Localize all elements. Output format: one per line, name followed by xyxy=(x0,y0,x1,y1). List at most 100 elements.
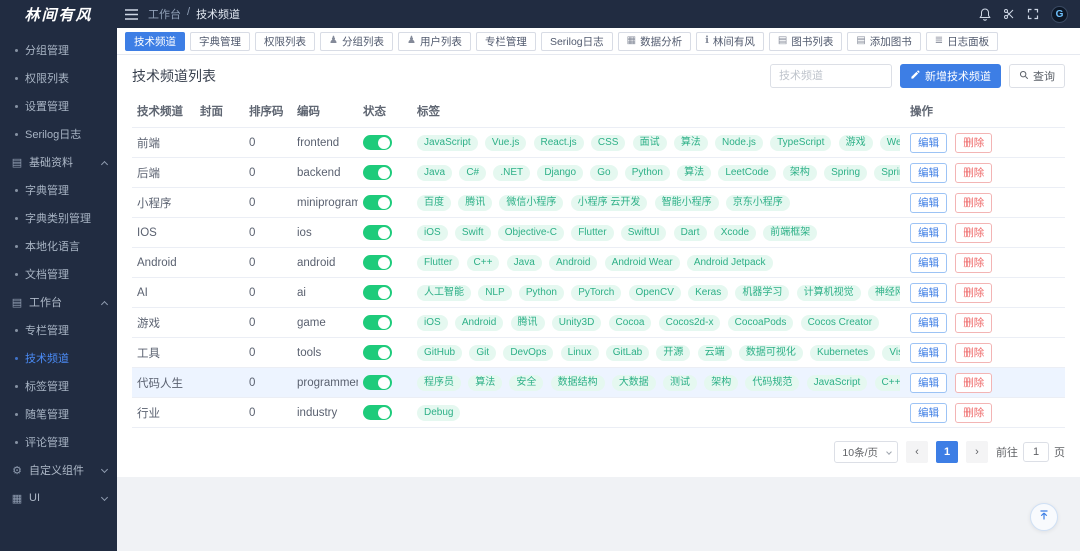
sidebar-item[interactable]: 文档管理 xyxy=(0,260,117,288)
table-row[interactable]: 代码人生 0 programmer 程序员 算法 安全 数据结构 大数据 测试 … xyxy=(132,367,1065,398)
delete-button[interactable]: 删除 xyxy=(955,162,993,183)
delete-button[interactable]: 删除 xyxy=(955,132,993,153)
tag: 安全 xyxy=(509,374,544,391)
status-toggle[interactable] xyxy=(363,285,392,300)
status-toggle[interactable] xyxy=(363,255,392,270)
tab[interactable]: 字典管理 xyxy=(190,31,250,51)
sidebar-item[interactable]: 技术频道 xyxy=(0,344,117,372)
table-row[interactable]: 工具 0 tools GitHub Git DevOps Linux GitLa… xyxy=(132,337,1065,368)
status-toggle[interactable] xyxy=(363,375,392,390)
sidebar-item[interactable]: Serilog日志 xyxy=(0,120,117,148)
tag: React.js xyxy=(533,134,584,151)
delete-button[interactable]: 删除 xyxy=(955,402,993,423)
actions-cell: 编辑 删除 xyxy=(905,187,1065,218)
tab[interactable]: ▤ 图书列表 xyxy=(768,31,843,51)
sidebar-item[interactable]: 专栏管理 xyxy=(0,316,117,344)
sidebar-item-label: 技术频道 xyxy=(25,353,69,365)
page-number-button[interactable]: 1 xyxy=(936,441,958,463)
add-channel-button[interactable]: 新增技术频道 xyxy=(900,64,1001,88)
query-button[interactable]: 查询 xyxy=(1009,64,1065,88)
breadcrumb-item[interactable]: 工作台 xyxy=(148,6,181,22)
delete-button[interactable]: 删除 xyxy=(955,312,993,333)
table-row[interactable]: 行业 0 industry Debug 编辑 删除 xyxy=(132,397,1065,428)
edit-button[interactable]: 编辑 xyxy=(910,252,947,273)
table-row[interactable]: 游戏 0 game iOS Android 腾讯 Unity3D Cocoa C… xyxy=(132,307,1065,338)
table-row[interactable]: 后端 0 backend Java C# .NET Django Go Pyth… xyxy=(132,157,1065,188)
sidebar-item[interactable]: 权限列表 xyxy=(0,64,117,92)
cover-cell xyxy=(195,337,244,368)
status-toggle[interactable] xyxy=(363,135,392,150)
sidebar-item[interactable]: 设置管理 xyxy=(0,92,117,120)
delete-button[interactable]: 删除 xyxy=(955,252,993,273)
fullscreen-icon[interactable] xyxy=(1027,8,1039,20)
search-input[interactable] xyxy=(770,64,892,88)
table-row[interactable]: Android 0 android Flutter C++ Java Andro… xyxy=(132,247,1065,278)
tag: C++ xyxy=(466,254,500,271)
tools-icon[interactable] xyxy=(1003,8,1015,20)
edit-button[interactable]: 编辑 xyxy=(910,372,947,393)
edit-button[interactable]: 编辑 xyxy=(910,312,947,333)
edit-button[interactable]: 编辑 xyxy=(910,222,947,243)
table-row[interactable]: IOS 0 ios iOS Swift Objective-C Flutter … xyxy=(132,217,1065,248)
goto-page-input[interactable] xyxy=(1023,442,1049,462)
back-to-top-button[interactable] xyxy=(1030,503,1058,531)
status-toggle[interactable] xyxy=(363,405,392,420)
sidebar-group-header[interactable]: ▤ 基础资料 xyxy=(0,148,117,176)
channel-name-cell: 代码人生 xyxy=(132,367,195,398)
sidebar-item[interactable]: 字典管理 xyxy=(0,176,117,204)
sidebar-item[interactable]: 字典类别管理 xyxy=(0,204,117,232)
channel-table: 技术频道 封面 排序码 编码 状态 标签 操作 前端 0 frontend Ja… xyxy=(132,95,1065,428)
tab[interactable]: 专栏管理 xyxy=(475,31,536,51)
next-page-button[interactable]: › xyxy=(966,441,988,463)
edit-button[interactable]: 编辑 xyxy=(910,282,947,303)
sidebar-item[interactable]: 随笔管理 xyxy=(0,400,117,428)
edit-button[interactable]: 编辑 xyxy=(910,132,947,153)
prev-page-button[interactable]: ‹ xyxy=(906,441,928,463)
tab-label: 图书列表 xyxy=(791,35,834,48)
tab[interactable]: 权限列表 xyxy=(255,31,315,51)
tag: Node.js xyxy=(715,134,763,151)
edit-button[interactable]: 编辑 xyxy=(910,162,947,183)
tab[interactable]: ♟ 用户列表 xyxy=(397,31,471,51)
table-row[interactable]: 小程序 0 miniprogram 百度 腾讯 微信小程序 小程序 云开发 智能… xyxy=(132,187,1065,218)
status-toggle[interactable] xyxy=(363,165,392,180)
hamburger-icon[interactable] xyxy=(125,8,138,20)
delete-button[interactable]: 删除 xyxy=(955,372,993,393)
delete-button[interactable]: 删除 xyxy=(955,282,993,303)
page-size-select[interactable]: 10条/页 xyxy=(834,441,898,463)
status-toggle[interactable] xyxy=(363,225,392,240)
edit-button[interactable]: 编辑 xyxy=(910,342,947,363)
sidebar-item-label: 字典管理 xyxy=(25,185,69,197)
clipboard-icon: ▤ xyxy=(11,156,23,169)
edit-button[interactable]: 编辑 xyxy=(910,192,947,213)
tag: 游戏 xyxy=(838,134,873,151)
avatar[interactable]: G xyxy=(1051,5,1068,23)
sidebar-item[interactable]: 本地化语言 xyxy=(0,232,117,260)
tab[interactable]: ▤ 添加图书 xyxy=(847,31,921,51)
delete-button[interactable]: 删除 xyxy=(955,342,993,363)
sidebar-group-header[interactable]: ⚙ 自定义组件 xyxy=(0,456,117,484)
bullet-icon xyxy=(15,132,18,136)
tab[interactable]: ≣ 日志面板 xyxy=(925,31,999,51)
bell-icon[interactable] xyxy=(979,7,991,21)
sidebar-item[interactable]: 评论管理 xyxy=(0,428,117,456)
delete-button[interactable]: 删除 xyxy=(955,222,993,243)
tab[interactable]: Serilog日志 xyxy=(540,31,613,51)
sidebar-group-header[interactable]: ▦ UI xyxy=(0,484,117,512)
tag: Linux xyxy=(560,344,599,361)
status-toggle[interactable] xyxy=(363,345,392,360)
table-row[interactable]: AI 0 ai 人工智能 NLP Python PyTorch OpenCV K… xyxy=(132,277,1065,308)
edit-button[interactable]: 编辑 xyxy=(910,402,947,423)
status-toggle[interactable] xyxy=(363,315,392,330)
tab[interactable]: 技术频道 xyxy=(125,31,185,51)
delete-button[interactable]: 删除 xyxy=(955,192,993,213)
tab[interactable]: ℹ 林间有风 xyxy=(696,31,764,51)
tag: 腾讯 xyxy=(458,194,493,211)
sidebar-group-header[interactable]: ▤ 工作台 xyxy=(0,288,117,316)
sidebar-item[interactable]: 标签管理 xyxy=(0,372,117,400)
tab[interactable]: ♟ 分组列表 xyxy=(320,31,393,51)
sidebar-item[interactable]: 分组管理 xyxy=(0,36,117,64)
tab[interactable]: ▦ 数据分析 xyxy=(617,31,692,51)
table-row[interactable]: 前端 0 frontend JavaScript Vue.js React.js… xyxy=(132,127,1065,158)
status-toggle[interactable] xyxy=(363,195,392,210)
